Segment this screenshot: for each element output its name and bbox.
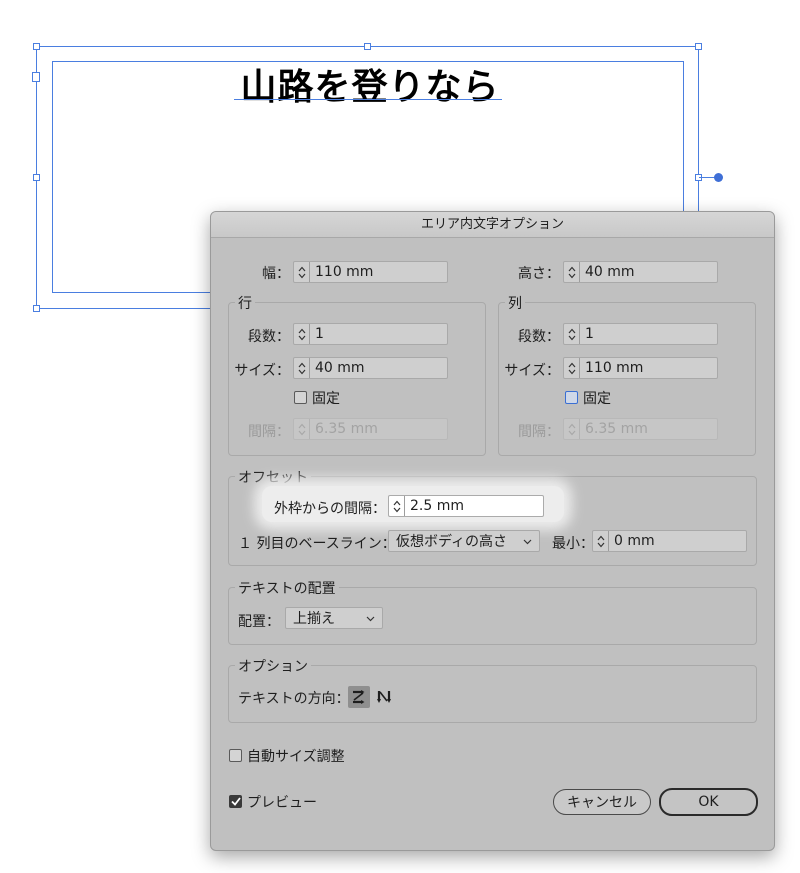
columns-count-value: 1 (585, 326, 594, 342)
rows-gutter-value: 6.35 mm (315, 421, 378, 437)
width-label: 幅： (262, 266, 290, 282)
rows-count-stepper-icon[interactable] (294, 324, 310, 344)
chevron-down-icon (366, 610, 375, 626)
align-select[interactable]: 上揃え (285, 607, 383, 629)
columns-size-label: サイズ： (504, 363, 560, 379)
width-stepper-icon[interactable] (294, 262, 310, 282)
rows-size-stepper-icon[interactable] (294, 358, 310, 378)
corner-handle-bottom-left[interactable] (33, 305, 40, 312)
first-baseline-selected: 仮想ボディの高さ (396, 534, 508, 550)
rows-count-field[interactable]: 1 (293, 323, 448, 345)
preview-checkbox[interactable] (229, 795, 242, 808)
checkmark-icon (230, 797, 241, 806)
text-baseline-underline (234, 99, 502, 100)
columns-gutter-value: 6.35 mm (585, 421, 648, 437)
min-label: 最小： (552, 536, 594, 552)
auto-size-checkbox[interactable] (229, 749, 242, 762)
rows-gutter-label: 間隔： (248, 424, 290, 440)
height-stepper-icon[interactable] (564, 262, 580, 282)
rows-count-value: 1 (315, 326, 324, 342)
columns-fixed-checkbox[interactable] (565, 391, 578, 404)
columns-size-value: 110 mm (585, 360, 644, 376)
height-value: 40 mm (585, 264, 635, 280)
rows-fixed-checkbox[interactable] (294, 391, 307, 404)
rows-count-label: 段数： (248, 329, 290, 345)
edge-handle-left[interactable] (33, 174, 40, 181)
columns-fixed-label: 固定 (583, 391, 611, 407)
cancel-button[interactable]: キャンセル (553, 789, 651, 815)
columns-size-field[interactable]: 110 mm (563, 357, 718, 379)
text-direction-label: テキストの方向： (238, 691, 350, 707)
alignment-group-title: テキストの配置 (235, 578, 339, 598)
columns-gutter-stepper-icon[interactable] (564, 419, 580, 439)
width-field[interactable]: 110 mm (293, 261, 448, 283)
first-baseline-select[interactable]: 仮想ボディの高さ (388, 530, 540, 552)
text-flow-by-column-icon[interactable] (373, 686, 395, 708)
height-label: 高さ： (518, 266, 560, 282)
rows-group-title: 行 (235, 293, 255, 313)
dialog-title[interactable]: エリア内文字オプション (211, 212, 774, 238)
columns-count-field[interactable]: 1 (563, 323, 718, 345)
rows-size-label: サイズ： (234, 363, 290, 379)
inset-spacing-stepper-icon[interactable] (389, 496, 405, 516)
columns-gutter-label: 間隔： (518, 424, 560, 440)
options-group-title: オプション (235, 656, 311, 676)
edge-handle-top[interactable] (364, 43, 371, 50)
rows-gutter-stepper-icon[interactable] (294, 419, 310, 439)
ok-button[interactable]: OK (659, 788, 758, 816)
offset-group-title: オフセット (235, 467, 311, 487)
min-stepper-icon[interactable] (593, 531, 609, 551)
corner-handle-top-left[interactable] (33, 43, 40, 50)
align-selected: 上揃え (293, 611, 335, 627)
align-label: 配置： (238, 614, 280, 630)
chevron-down-icon (523, 533, 532, 549)
columns-count-label: 段数： (518, 329, 560, 345)
preview-label: プレビュー (247, 795, 317, 811)
first-baseline-label: １ 列目のベースライン： (238, 536, 396, 552)
corner-handle-top-right[interactable] (695, 43, 702, 50)
columns-group-title: 列 (505, 293, 525, 313)
text-thread-dot[interactable] (714, 173, 723, 182)
in-port-handle[interactable] (32, 72, 40, 82)
columns-size-stepper-icon[interactable] (564, 358, 580, 378)
inset-spacing-label: 外枠からの間隔： (274, 501, 386, 517)
height-field[interactable]: 40 mm (563, 261, 718, 283)
text-flow-by-row-icon[interactable] (348, 686, 370, 708)
width-value: 110 mm (315, 264, 374, 280)
rows-size-field[interactable]: 40 mm (293, 357, 448, 379)
rows-fixed-label: 固定 (312, 391, 340, 407)
auto-size-label: 自動サイズ調整 (247, 749, 345, 765)
inset-spacing-value: 2.5 mm (410, 498, 464, 514)
area-type-text[interactable]: 山路を登りなら (200, 58, 540, 110)
rows-gutter-field[interactable]: 6.35 mm (293, 418, 448, 440)
min-field[interactable]: 0 mm (592, 530, 747, 552)
min-value: 0 mm (614, 533, 655, 549)
columns-gutter-field[interactable]: 6.35 mm (563, 418, 718, 440)
inset-spacing-field[interactable]: 2.5 mm (388, 495, 544, 517)
columns-count-stepper-icon[interactable] (564, 324, 580, 344)
rows-size-value: 40 mm (315, 360, 365, 376)
